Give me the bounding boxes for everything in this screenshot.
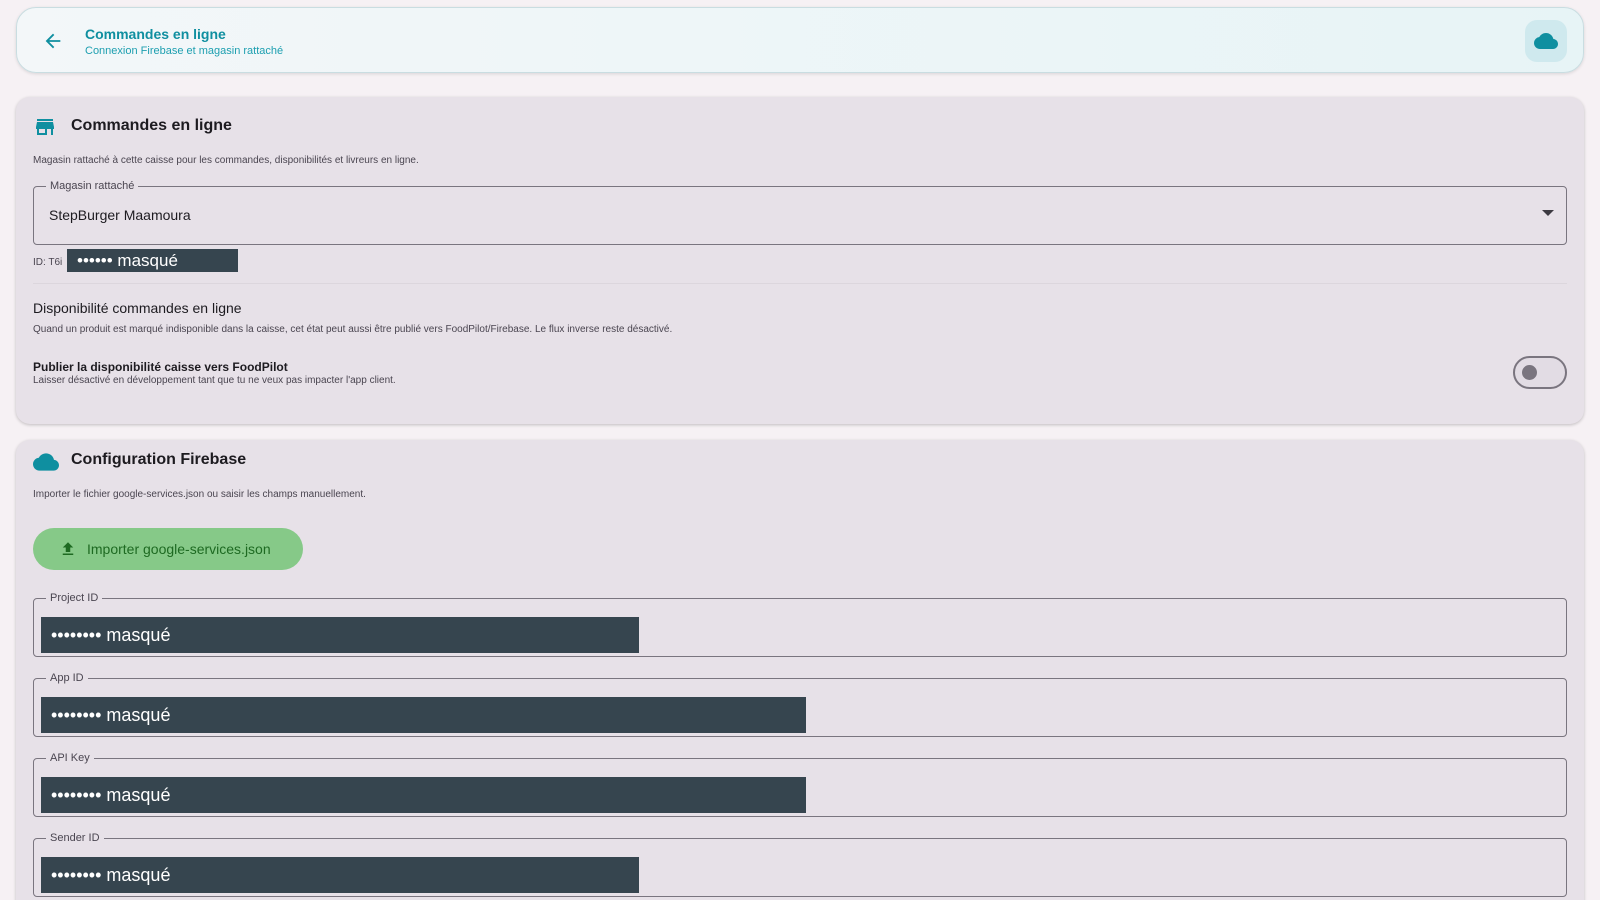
firebase-config-card: Configuration Firebase Importer le fichi… [16,440,1584,900]
arrow-drop-down-icon [1542,210,1554,216]
arrow-back-icon [45,33,61,49]
back-button[interactable] [37,25,69,57]
online-orders-description: Magasin rattaché à cette caisse pour les… [33,155,419,166]
storefront-icon [36,119,54,135]
divider [33,283,1567,284]
app-id-field[interactable]: App ID •••••••• masqué [33,671,1567,737]
store-select-label: Magasin rattaché [46,179,139,193]
import-google-services-button[interactable]: Importer google-services.json [33,528,303,570]
firebase-description: Importer le fichier google-services.json… [33,489,366,500]
page-title: Commandes en ligne [85,26,226,42]
api-key-field[interactable]: API Key •••••••• masqué [33,751,1567,817]
online-orders-card: Commandes en ligne Magasin rattaché à ce… [16,97,1584,424]
page-subtitle: Connexion Firebase et magasin rattaché [85,45,284,57]
availability-title: Disponibilité commandes en ligne [33,300,242,316]
publish-availability-description: Laisser désactivé en développement tant … [33,375,396,386]
store-select[interactable]: Magasin rattaché StepBurger Maamoura [33,179,1567,245]
availability-description: Quand un produit est marqué indisponible… [33,324,673,335]
store-id-label: ID: T6i [33,257,63,268]
firebase-title: Configuration Firebase [71,451,247,468]
import-button-label: Importer google-services.json [87,541,271,557]
project-id-label: Project ID [46,591,103,605]
cloud-icon [1534,33,1558,49]
app-id-mask: •••••••• masqué [41,697,806,733]
publish-availability-title: Publier la disponibilité caisse vers Foo… [33,360,288,374]
sender-id-mask: •••••••• masqué [41,857,639,893]
top-app-bar: Commandes en ligne Connexion Firebase et… [16,7,1584,73]
store-id-mask: •••••• masqué [67,249,238,272]
api-key-mask: •••••••• masqué [41,777,806,813]
switch-knob [1522,365,1537,380]
project-id-field[interactable]: Project ID •••••••• masqué [33,591,1567,657]
sender-id-label: Sender ID [46,831,104,845]
api-key-label: API Key [46,751,94,765]
online-orders-title: Commandes en ligne [71,117,232,134]
page: Commandes en ligne Connexion Firebase et… [0,0,1600,900]
store-select-value: StepBurger Maamoura [49,207,191,223]
sender-id-field[interactable]: Sender ID •••••••• masqué [33,831,1567,897]
cloud-icon [33,453,59,471]
publish-availability-switch[interactable] [1513,356,1567,389]
upload-icon [62,542,74,555]
project-id-mask: •••••••• masqué [41,617,639,653]
cloud-button[interactable] [1525,20,1567,62]
app-id-label: App ID [46,671,88,685]
